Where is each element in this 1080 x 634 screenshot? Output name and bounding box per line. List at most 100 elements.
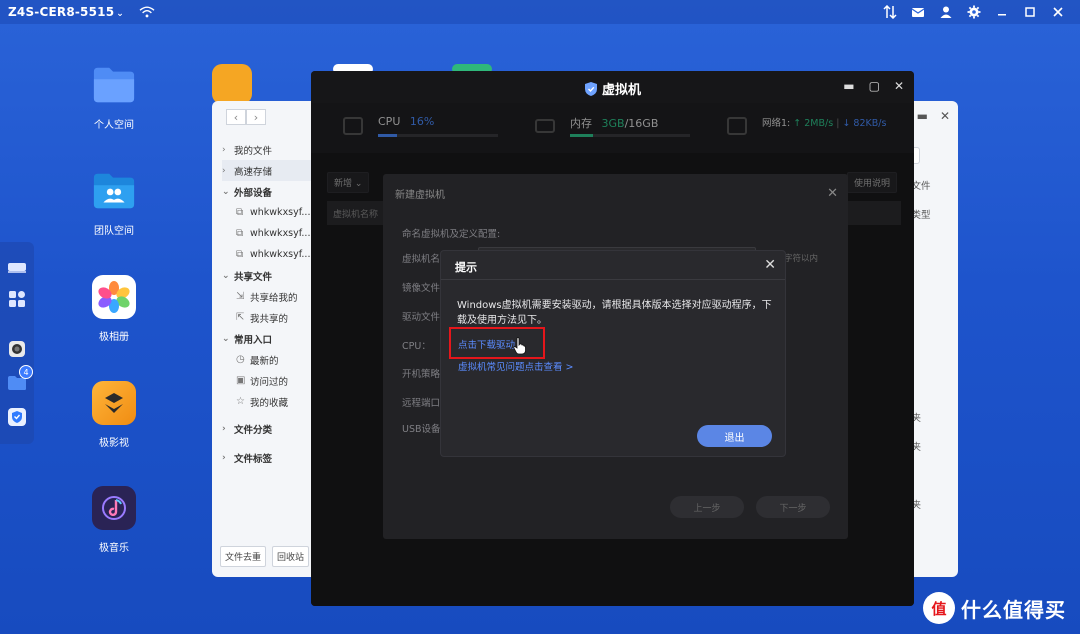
sidebar-item-fast-storage[interactable]: › 高速存储	[222, 160, 322, 181]
watermark-text: 什么值得买	[961, 597, 1066, 622]
sidebar-item-label: 最新的	[250, 355, 279, 367]
close-icon[interactable]: ✕	[940, 109, 950, 123]
forward-button[interactable]: ›	[246, 109, 266, 125]
app-icon-partial	[212, 64, 252, 104]
apps-grid-icon[interactable]	[6, 288, 28, 310]
watermark-logo-text: 值	[931, 599, 947, 618]
sidebar-item-device[interactable]: ⧉ whkwkxsyf...	[222, 223, 322, 244]
desktop-icon-team-space[interactable]: 团队空间	[74, 169, 154, 237]
minimize-icon[interactable]: ▬	[917, 109, 928, 123]
sidebar-group-categories[interactable]: › 文件分类	[222, 418, 322, 439]
maximize-icon[interactable]: ▢	[869, 79, 880, 93]
gear-icon[interactable]	[960, 0, 988, 24]
network-icon: ⧉	[236, 228, 244, 239]
sidebar-item-label: 我的收藏	[250, 397, 289, 409]
music-note-icon	[92, 486, 136, 530]
vm-title-text: 虚拟机	[601, 83, 641, 98]
field-label-cpu: CPU：	[402, 341, 431, 352]
close-icon[interactable]: ✕	[827, 186, 838, 201]
vm-window-title: 虚拟机	[311, 79, 914, 98]
sidebar-item-my-files[interactable]: › 我的文件	[222, 139, 322, 160]
desktop-icon-label: 极相册	[99, 332, 129, 343]
sidebar-item-recent[interactable]: ◷ 最新的	[222, 349, 322, 370]
faq-link[interactable]: 虚拟机常见问题点击查看 >	[458, 359, 573, 373]
modal-title: 新建虚拟机	[395, 190, 445, 201]
sidebar-group-common[interactable]: ⌄ 常用入口	[222, 328, 322, 349]
desktop-icon-personal-space[interactable]: 个人空间	[74, 63, 154, 131]
sidebar-item-label: 外部设备	[234, 187, 273, 199]
field-label-port: 远程端口	[402, 398, 441, 409]
driver-prompt-dialog: 提示 ✕ Windows虚拟机需要安装驱动，请根据具体版本选择对应驱动程序，下载…	[440, 250, 786, 457]
flower-icon	[92, 275, 136, 319]
minimize-icon[interactable]	[988, 0, 1016, 24]
sidebar-group-tags[interactable]: › 文件标签	[222, 447, 322, 468]
sidebar-item-label: 文件标签	[234, 453, 273, 465]
dialog-title: 提示	[455, 261, 477, 274]
file-sidebar: ›我的文件 ›高速存储 ⌄外部设备⚙ ⧉whkwkxsyf... ⧉whkwkx…	[222, 139, 322, 468]
share-out-icon: ⇱	[236, 312, 245, 323]
network-icon: ⧉	[236, 207, 244, 218]
sidebar-item-label: 我的文件	[234, 145, 273, 157]
share-in-icon: ⇲	[236, 291, 245, 302]
chevron-right-icon: ›	[222, 452, 226, 463]
sidebar-item-shared-with-me[interactable]: ⇲ 共享给我的	[222, 286, 322, 307]
close-icon[interactable]	[1044, 0, 1072, 24]
watermark: 值 什么值得买	[923, 592, 1066, 624]
vm-window-controls: ▬ ▢ ✕	[843, 79, 904, 93]
user-icon[interactable]	[932, 0, 960, 24]
highlight-box	[449, 327, 545, 359]
close-icon[interactable]: ✕	[894, 79, 904, 93]
field-label-usb: USB设备	[402, 424, 441, 435]
chevron-right-icon: ›	[222, 423, 226, 434]
drive-icon[interactable]	[6, 256, 28, 278]
history-icon: ▣	[236, 375, 246, 386]
sidebar-bottom-buttons: 文件去重 回收站	[220, 546, 310, 567]
network-icon: ⧉	[236, 249, 244, 260]
device-selector[interactable]: Z4S-CER8-5515 ⌄	[8, 5, 124, 19]
mail-icon[interactable]	[904, 0, 932, 24]
prev-step-button[interactable]: 上一步	[670, 496, 744, 518]
sidebar-item-device[interactable]: ⧉ whkwkxsyf...	[222, 202, 322, 223]
star-icon: ☆	[236, 396, 245, 407]
desktop-icon-music-app[interactable]: 极音乐	[74, 486, 154, 554]
field-label-driver: 驱动文件	[402, 312, 441, 323]
chevron-down-icon: ⌄	[222, 270, 230, 281]
left-dock: 4	[0, 242, 34, 444]
section-label: 命名虚拟机及定义配置:	[402, 229, 501, 240]
vm-shield-icon[interactable]	[6, 406, 28, 428]
sidebar-item-label: 高速存储	[234, 166, 273, 178]
device-name: Z4S-CER8-5515	[8, 5, 115, 19]
dedupe-button[interactable]: 文件去重	[220, 546, 267, 567]
folder-icon[interactable]: 4	[6, 365, 33, 394]
camera-app-icon[interactable]	[6, 338, 28, 360]
sidebar-item-visited[interactable]: ▣ 访问过的	[222, 370, 322, 391]
sidebar-item-device[interactable]: ⧉ whkwkxsyf...	[222, 244, 322, 265]
film-icon	[92, 381, 136, 425]
back-button[interactable]: ‹	[226, 109, 246, 125]
sidebar-item-label: whkwkxsyf...	[250, 249, 311, 260]
exit-button[interactable]: 退出	[697, 425, 772, 447]
sidebar-item-label: 共享文件	[234, 271, 273, 283]
close-icon[interactable]: ✕	[764, 257, 776, 273]
desktop-icon-photo-album[interactable]: 极相册	[74, 275, 154, 343]
sidebar-group-external[interactable]: ⌄外部设备⚙	[222, 181, 322, 202]
clock-icon: ◷	[236, 354, 245, 365]
vm-shield-icon	[584, 82, 597, 96]
desktop-icon-label: 团队空间	[94, 226, 134, 237]
sidebar-group-shared[interactable]: ⌄ 共享文件	[222, 265, 322, 286]
sidebar-item-label: 访问过的	[250, 376, 289, 388]
maximize-icon[interactable]	[1016, 0, 1044, 24]
next-step-button[interactable]: 下一步	[756, 496, 830, 518]
wifi-icon[interactable]	[138, 5, 156, 19]
minimize-icon[interactable]: ▬	[843, 79, 854, 93]
hand-cursor-icon	[513, 337, 526, 355]
sidebar-item-favorites[interactable]: ☆ 我的收藏	[222, 391, 322, 412]
sidebar-item-label: 常用入口	[234, 334, 273, 346]
recycle-bin-button[interactable]: 回收站	[272, 546, 310, 567]
sidebar-item-my-shares[interactable]: ⇱ 我共享的	[222, 307, 322, 328]
transfer-icon[interactable]	[876, 0, 904, 24]
sidebar-item-label: 文件分类	[234, 424, 273, 436]
desktop-icon-video-app[interactable]: 极影视	[74, 381, 154, 449]
chevron-right-icon: ›	[222, 165, 226, 176]
sidebar-item-label: whkwkxsyf...	[250, 207, 311, 218]
